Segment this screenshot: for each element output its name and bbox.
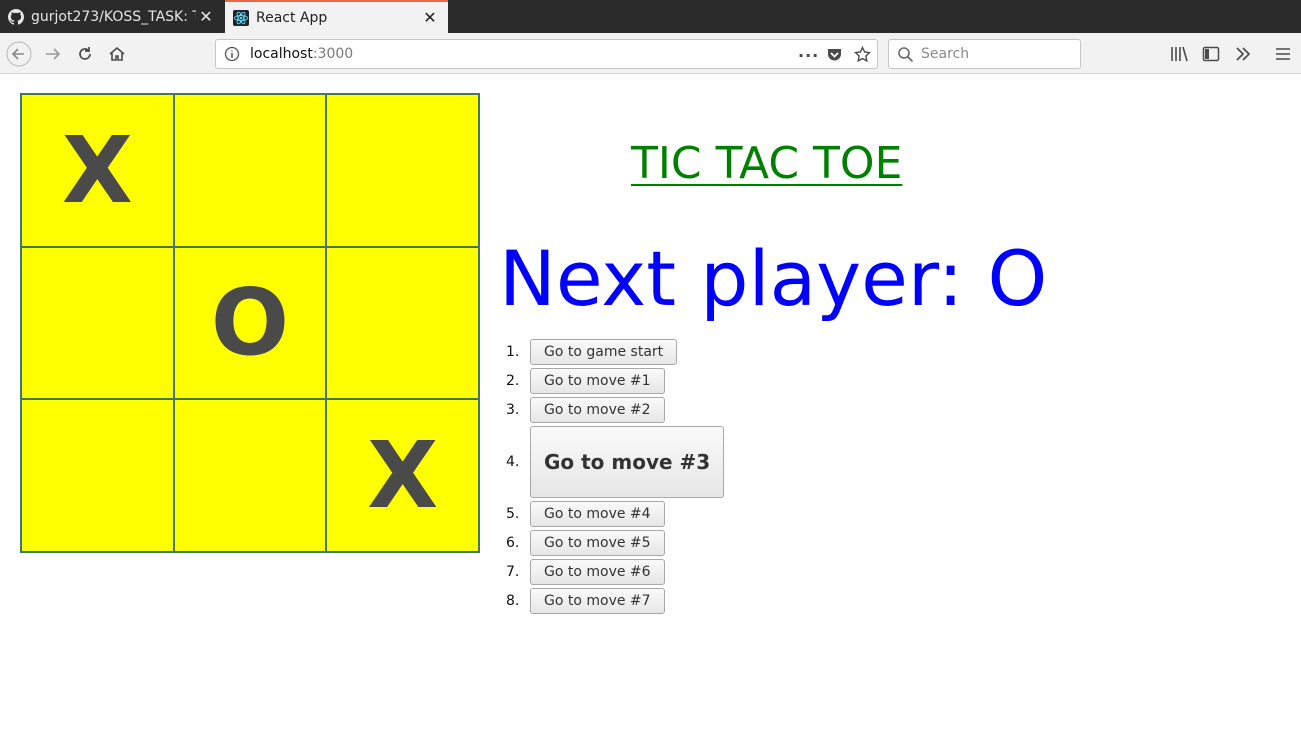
go-to-move-button[interactable]: Go to move #1	[530, 368, 665, 394]
bookmark-star-icon[interactable]	[854, 46, 871, 63]
list-item: 1. Go to game start	[506, 339, 724, 365]
reload-icon	[79, 47, 91, 60]
library-button[interactable]	[1166, 41, 1192, 67]
board-square[interactable]	[326, 94, 479, 247]
menu-button[interactable]	[1270, 41, 1296, 67]
game-title: TIC TAC TOE	[631, 138, 903, 189]
tab-title: React App	[256, 9, 328, 26]
go-to-move-button[interactable]: Go to move #7	[530, 588, 665, 614]
list-item: 8. Go to move #7	[506, 588, 724, 614]
list-item: 4. Go to move #3	[506, 426, 725, 498]
move-number: 3.	[506, 402, 520, 418]
move-number: 5.	[506, 506, 520, 522]
board-square[interactable]: X	[21, 94, 174, 247]
tab-title: gurjot273/KOSS_TASK: T	[31, 8, 196, 25]
board-square[interactable]	[21, 399, 174, 552]
list-item: 2. Go to move #1	[506, 368, 724, 394]
close-tab-icon[interactable]: ✕	[196, 7, 216, 26]
move-number: 7.	[506, 564, 520, 580]
go-to-move-button[interactable]: Go to move #5	[530, 530, 665, 556]
tab-github[interactable]: gurjot273/KOSS_TASK: T ✕	[0, 0, 224, 33]
pocket-icon[interactable]	[826, 46, 843, 63]
home-button[interactable]	[104, 41, 130, 67]
board-square[interactable]	[173, 399, 327, 552]
sidebar-button[interactable]	[1198, 41, 1224, 67]
url-host: localhost	[250, 46, 313, 62]
game-board: X O X	[20, 93, 480, 553]
info-icon[interactable]	[224, 46, 240, 62]
board-square[interactable]	[173, 94, 327, 247]
board-square[interactable]: O	[173, 246, 327, 400]
search-bar[interactable]	[888, 39, 1081, 69]
move-number: 6.	[506, 535, 520, 551]
hamburger-menu-icon	[1276, 48, 1290, 60]
forward-button[interactable]	[40, 41, 66, 67]
reload-button[interactable]	[72, 41, 98, 67]
close-tab-icon[interactable]: ✕	[420, 8, 440, 27]
move-number: 2.	[506, 373, 520, 389]
url-port: :3000	[312, 46, 354, 62]
sidebar-icon	[1202, 46, 1220, 62]
go-to-move-button[interactable]: Go to move #6	[530, 559, 665, 585]
nav-bar: localhost:3000 ···	[0, 33, 1301, 74]
url-bar[interactable]: localhost:3000 ···	[215, 39, 878, 69]
list-item: 3. Go to move #2	[506, 397, 724, 423]
current-move-button[interactable]: Go to move #3	[530, 426, 725, 498]
move-number: 8.	[506, 593, 520, 609]
page-actions-icon[interactable]: ···	[798, 46, 819, 65]
list-item: 7. Go to move #6	[506, 559, 724, 585]
home-icon	[109, 46, 125, 61]
board-square[interactable]	[326, 246, 479, 400]
overflow-button[interactable]	[1230, 41, 1256, 67]
tab-react-app[interactable]: React App ✕	[225, 0, 448, 33]
url-text: localhost:3000	[250, 46, 353, 62]
move-number: 1.	[506, 344, 520, 360]
search-input[interactable]	[921, 44, 1071, 64]
go-to-move-button[interactable]: Go to move #4	[530, 501, 665, 527]
library-icon	[1171, 46, 1188, 62]
go-to-move-button[interactable]: Go to game start	[530, 339, 678, 365]
github-icon	[8, 8, 24, 25]
list-item: 6. Go to move #5	[506, 530, 724, 556]
back-arrow-icon	[6, 41, 32, 67]
double-chevron-right-icon	[1236, 47, 1251, 61]
react-icon	[233, 9, 249, 26]
move-history-list: 1. Go to game start 2. Go to move #1 3. …	[506, 339, 725, 617]
tab-bar: gurjot273/KOSS_TASK: T ✕ React App ✕	[0, 0, 1301, 33]
search-icon	[898, 47, 914, 63]
forward-arrow-icon	[46, 48, 61, 60]
board-square[interactable]: X	[326, 399, 479, 552]
move-number: 4.	[506, 454, 520, 470]
go-to-move-button[interactable]: Go to move #2	[530, 397, 665, 423]
board-square[interactable]	[21, 246, 174, 400]
back-button[interactable]	[6, 41, 32, 67]
next-player-status: Next player: O	[499, 234, 1048, 323]
list-item: 5. Go to move #4	[506, 501, 724, 527]
